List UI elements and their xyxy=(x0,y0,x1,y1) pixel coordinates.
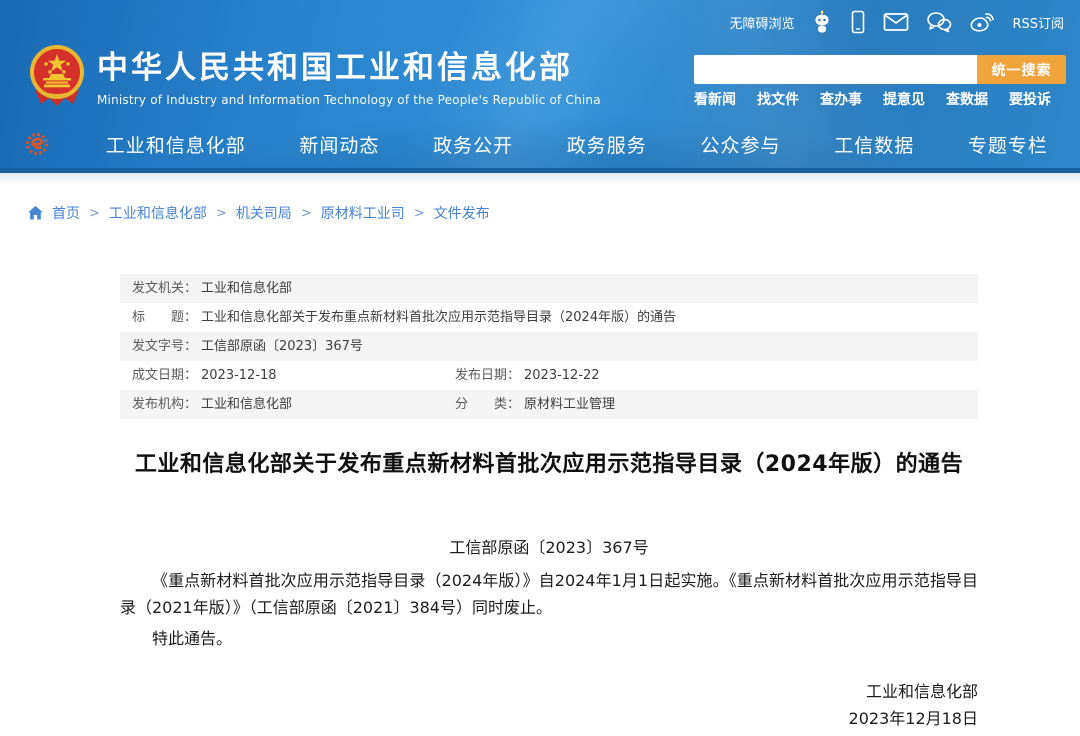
meta-value: 原材料工业管理 xyxy=(524,397,615,412)
meta-label: 发布机构： xyxy=(132,397,197,412)
quick-link-data[interactable]: 查数据 xyxy=(946,89,988,109)
site-title-en: Ministry of Industry and Information Tec… xyxy=(97,93,601,107)
nav-item-special-topics[interactable]: 专题专栏 xyxy=(968,131,1048,158)
site-title-cn: 中华人民共和国工业和信息化部 xyxy=(97,50,601,86)
breadcrumb-item-miit[interactable]: 工业和信息化部 xyxy=(109,203,207,223)
breadcrumb-separator: > xyxy=(216,206,227,221)
meta-row-doc-number: 发文字号： 工信部原函〔2023〕367号 xyxy=(120,332,978,361)
sign-date: 2023年12月18日 xyxy=(120,705,978,732)
nav-item-news[interactable]: 新闻动态 xyxy=(299,131,379,158)
quick-link-news[interactable]: 看新闻 xyxy=(694,89,736,109)
article-title: 工业和信息化部关于发布重点新材料首批次应用示范指导目录（2024年版）的通告 xyxy=(120,448,978,482)
meta-row-dates: 成文日期： 2023-12-18 发布日期： 2023-12-22 xyxy=(120,361,978,390)
signature-block: 工业和信息化部 2023年12月18日 xyxy=(120,678,978,732)
quick-link-feedback[interactable]: 提意见 xyxy=(883,89,925,109)
meta-row-publisher: 发布机构： 工业和信息化部 分 类： 原材料工业管理 xyxy=(120,390,978,419)
meta-label: 分 类： xyxy=(455,397,520,412)
meta-row-issuing-agency: 发文机关： 工业和信息化部 xyxy=(120,274,978,303)
meta-value: 工业和信息化部 xyxy=(201,397,292,412)
breadcrumb-separator: > xyxy=(89,206,100,221)
header-shadow-strip xyxy=(0,173,1080,186)
nav-item-gov-disclosure[interactable]: 政务公开 xyxy=(433,131,513,158)
breadcrumb-separator: > xyxy=(414,206,425,221)
site-header: 无障碍浏览 xyxy=(0,0,1080,173)
article-paragraph: 《重点新材料首批次应用示范指导目录（2024年版）》自2024年1月1日起实施。… xyxy=(120,567,978,621)
quick-link-files[interactable]: 找文件 xyxy=(757,89,799,109)
national-emblem-logo[interactable] xyxy=(25,42,89,110)
search-bar: 统一搜索 xyxy=(694,55,1066,84)
breadcrumb-item-document-release[interactable]: 文件发布 xyxy=(434,203,490,223)
article: 工业和信息化部关于发布重点新材料首批次应用示范指导目录（2024年版）的通告 工… xyxy=(120,448,978,732)
home-icon xyxy=(28,206,43,220)
mail-icon[interactable] xyxy=(883,12,909,32)
doc-number: 工信部原函〔2023〕367号 xyxy=(120,534,978,558)
breadcrumb-item-raw-materials[interactable]: 原材料工业司 xyxy=(321,203,405,223)
breadcrumb-separator: > xyxy=(301,206,312,221)
quick-link-complaint[interactable]: 要投诉 xyxy=(1009,89,1051,109)
wechat-icon[interactable] xyxy=(926,11,952,33)
meta-value: 2023-12-18 xyxy=(201,368,277,383)
topbar: 无障碍浏览 xyxy=(729,0,1064,44)
nav-item-miit[interactable]: 工业和信息化部 xyxy=(106,131,246,158)
breadcrumb: 首页 > 工业和信息化部 > 机关司局 > 原材料工业司 > 文件发布 xyxy=(28,203,490,223)
breadcrumb-home[interactable]: 首页 xyxy=(52,203,80,223)
quick-link-services[interactable]: 查办事 xyxy=(820,89,862,109)
signer: 工业和信息化部 xyxy=(120,678,978,705)
quick-links: 看新闻 找文件 查办事 提意见 查数据 要投诉 xyxy=(694,89,1051,109)
meta-row-title: 标 题： 工业和信息化部关于发布重点新材料首批次应用示范指导目录（2024年版）的… xyxy=(120,303,978,332)
meta-label: 发布日期： xyxy=(455,368,520,383)
breadcrumb-item-departments[interactable]: 机关司局 xyxy=(236,203,292,223)
robot-mascot-icon[interactable] xyxy=(811,10,833,34)
mobile-icon[interactable] xyxy=(850,10,866,34)
article-paragraph-notice: 特此通告。 xyxy=(120,625,978,652)
nav-item-miit-data[interactable]: 工信数据 xyxy=(834,131,914,158)
site-title: 中华人民共和国工业和信息化部 Ministry of Industry and … xyxy=(97,50,601,107)
meta-label: 发文机关： xyxy=(132,281,197,296)
meta-cell-publish-date: 发布日期： 2023-12-22 xyxy=(455,361,600,390)
nav-item-gov-services[interactable]: 政务服务 xyxy=(567,131,647,158)
meta-label: 发文字号： xyxy=(132,339,197,354)
weibo-icon[interactable] xyxy=(969,11,995,33)
meta-value: 工业和信息化部关于发布重点新材料首批次应用示范指导目录（2024年版）的通告 xyxy=(201,310,676,325)
meta-label: 成文日期： xyxy=(132,368,197,383)
unified-search-button[interactable]: 统一搜索 xyxy=(977,55,1066,84)
nav-item-public-participation[interactable]: 公众参与 xyxy=(701,131,781,158)
meta-value: 工信部原函〔2023〕367号 xyxy=(201,339,363,354)
miit-swirl-icon xyxy=(24,129,52,159)
accessibility-link[interactable]: 无障碍浏览 xyxy=(729,13,794,32)
meta-cell-category: 分 类： 原材料工业管理 xyxy=(455,390,615,419)
main-nav: 工业和信息化部 新闻动态 政务公开 政务服务 公众参与 工信数据 专题专栏 xyxy=(0,120,1080,168)
search-input[interactable] xyxy=(694,55,977,84)
meta-value: 工业和信息化部 xyxy=(201,281,292,296)
meta-label: 标 题： xyxy=(132,310,197,325)
rss-link[interactable]: RSS订阅 xyxy=(1012,13,1064,32)
document-meta-table: 发文机关： 工业和信息化部 标 题： 工业和信息化部关于发布重点新材料首批次应用示范… xyxy=(120,274,978,419)
meta-value: 2023-12-22 xyxy=(524,368,600,383)
